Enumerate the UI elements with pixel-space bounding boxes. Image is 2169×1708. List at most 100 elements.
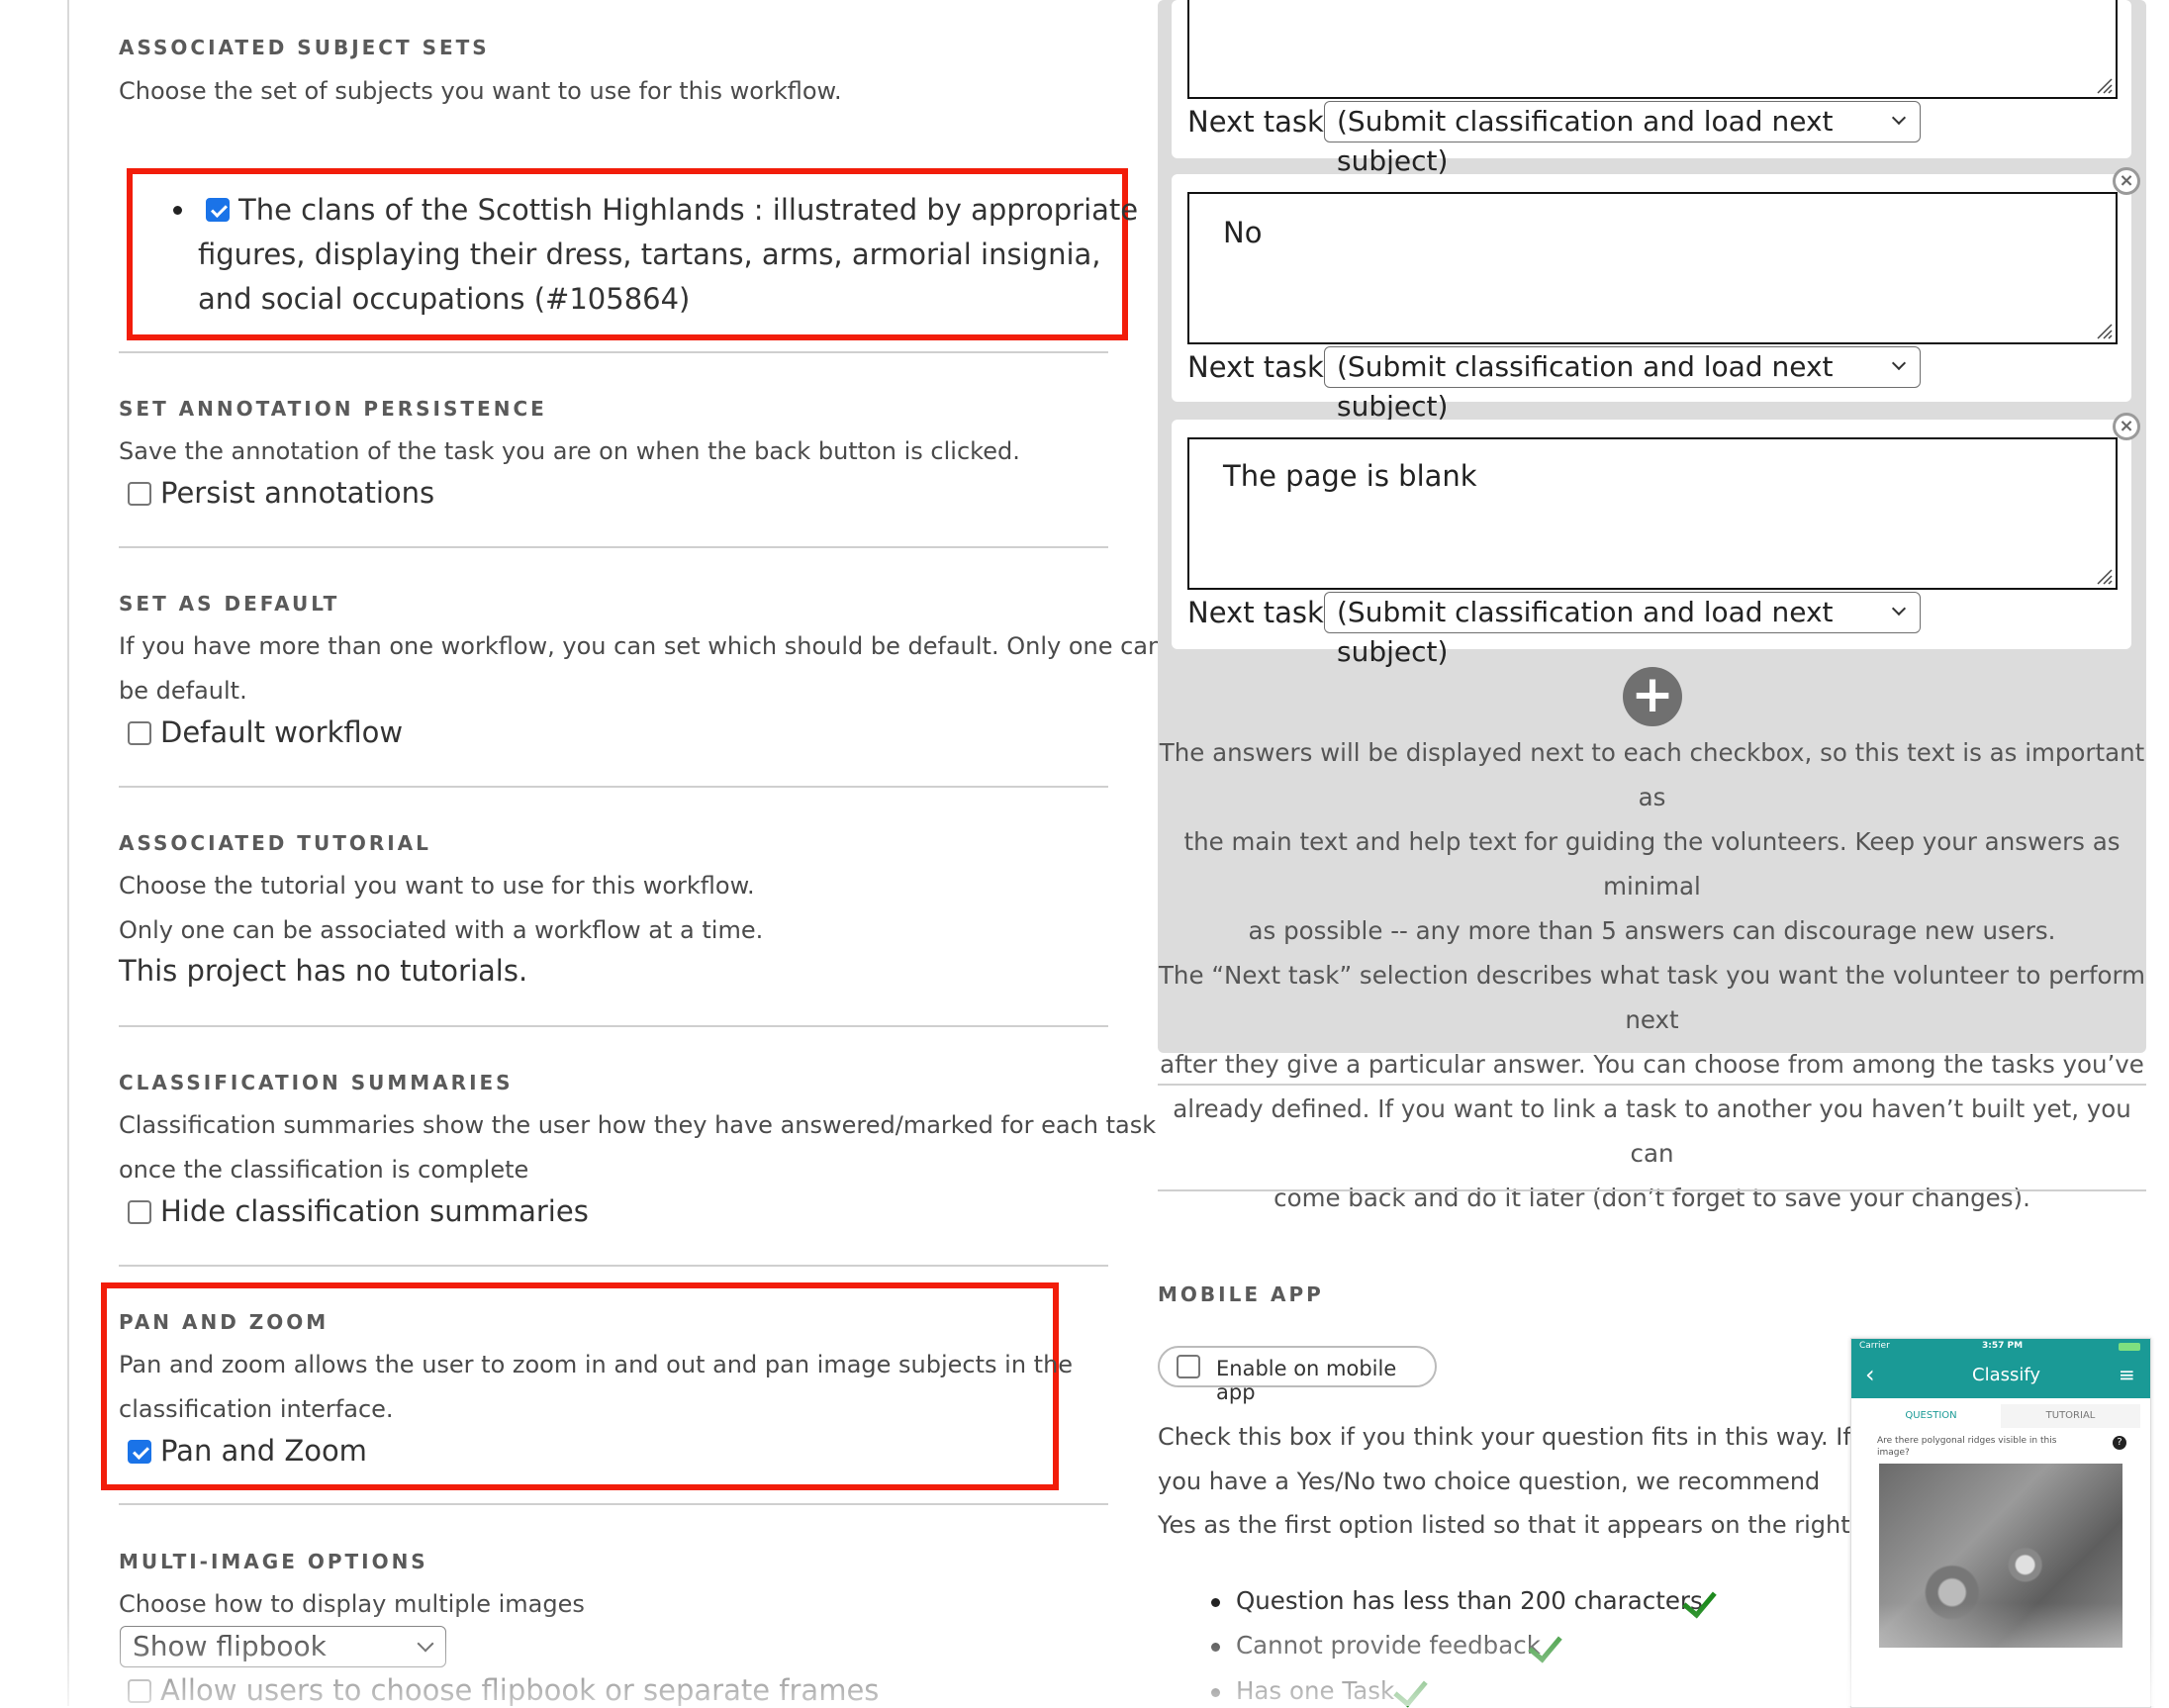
help-line: The answers will be displayed next to ea… (1159, 738, 2145, 811)
chevron-down-icon (1891, 110, 1907, 126)
back-arrow-icon: ‹ (1865, 1361, 1875, 1388)
resize-grip-icon (2097, 78, 2113, 94)
phone-question-line1: Are there polygonal ridges visible in th… (1877, 1436, 2057, 1446)
criteria-item: Has one Task (1236, 1676, 1395, 1705)
summaries-description-line2: once the classification is complete (119, 1156, 529, 1184)
answer-2-textarea[interactable]: No (1187, 192, 2118, 344)
help-icon: ? (2113, 1436, 2126, 1450)
mobile-app-heading: MOBILE APP (1158, 1282, 1324, 1306)
criteria-item: Question has less than 200 characters (1236, 1586, 1703, 1615)
divider (119, 351, 1108, 353)
multi-image-description: Choose how to display multiple images (119, 1590, 585, 1618)
default-heading: SET AS DEFAULT (119, 592, 340, 616)
next-task-label-1: Next task (1187, 105, 1324, 139)
mobile-desc-line: Yes as the first option listed so that i… (1158, 1511, 1858, 1539)
hide-summaries-checkbox[interactable] (128, 1200, 151, 1224)
subject-set-checkbox[interactable] (206, 198, 230, 222)
phone-question-area: Are there polygonal ridges visible in th… (1861, 1428, 2140, 1701)
mobile-description: Check this box if you think your questio… (1158, 1415, 1857, 1548)
battery-icon (2119, 1343, 2140, 1351)
chevron-down-icon (1891, 355, 1907, 371)
left-border (67, 0, 69, 1706)
help-line: come back and do it later (don’t forget … (1273, 1184, 2030, 1212)
next-task-select-1[interactable]: (Submit classification and load next sub… (1324, 101, 1921, 177)
add-answer-button[interactable]: + (1623, 667, 1682, 726)
mobile-desc-line: Check this box if you think your questio… (1158, 1423, 1851, 1451)
next-task-select-3[interactable]: (Submit classification and load next sub… (1324, 592, 1921, 668)
help-line: the main text and help text for guiding … (1183, 827, 2121, 901)
hide-summaries-label: Hide classification summaries (160, 1194, 589, 1228)
persistence-heading: SET ANNOTATION PERSISTENCE (119, 397, 547, 421)
divider (119, 1503, 1108, 1505)
chevron-down-icon (417, 1635, 434, 1653)
criteria-bullet (1211, 1598, 1220, 1607)
checkmark-icon (1393, 1671, 1428, 1708)
phone-carrier: Carrier (1859, 1341, 1890, 1351)
default-workflow-checkbox[interactable] (128, 721, 151, 745)
phone-time: 3:57 PM (1982, 1341, 2024, 1351)
default-description-line1: If you have more than one workflow, you … (119, 632, 1164, 660)
multi-image-heading: MULTI-IMAGE OPTIONS (119, 1550, 428, 1573)
criteria-bullet (1211, 1688, 1220, 1697)
summaries-heading: CLASSIFICATION SUMMARIES (119, 1071, 514, 1094)
subject-set-label-line1: The clans of the Scottish Highlands : il… (238, 193, 1139, 227)
next-task-label-3: Next task (1187, 596, 1324, 629)
next-task-select-2[interactable]: (Submit classification and load next sub… (1324, 346, 1921, 423)
resize-grip-icon (2097, 569, 2113, 585)
menu-icon: ≡ (2119, 1363, 2135, 1386)
persistence-description: Save the annotation of the task you are … (119, 437, 1020, 465)
answer-1-textarea[interactable] (1187, 0, 2118, 99)
multi-image-select-value: Show flipbook (133, 1630, 327, 1662)
tutorial-heading: ASSOCIATED TUTORIAL (119, 831, 431, 855)
answer-3-textarea[interactable]: The page is blank (1187, 437, 2118, 590)
default-description-line2: be default. (119, 677, 247, 705)
delete-answer-3-icon[interactable]: × (2113, 413, 2140, 440)
persist-annotations-checkbox[interactable] (128, 482, 151, 506)
multi-image-select[interactable]: Show flipbook (120, 1626, 446, 1667)
pan-zoom-label: Pan and Zoom (160, 1434, 367, 1468)
help-line: already defined. If you want to link a t… (1173, 1094, 2131, 1168)
delete-answer-2-icon[interactable]: × (2113, 167, 2140, 195)
pan-zoom-checkbox[interactable] (128, 1440, 151, 1464)
divider (119, 546, 1108, 548)
phone-question-line2: image? (1877, 1448, 1910, 1458)
pan-zoom-heading: PAN AND ZOOM (119, 1310, 330, 1334)
divider (1158, 1189, 2146, 1191)
answer-2-text: No (1223, 216, 1263, 249)
enable-mobile-toggle[interactable]: Enable on mobile app (1158, 1346, 1437, 1404)
answers-help: The answers will be displayed next to ea… (1158, 730, 2146, 1220)
resize-grip-icon (2097, 324, 2113, 339)
persist-annotations-label: Persist annotations (160, 476, 435, 510)
allow-flipbook-checkbox[interactable] (128, 1679, 151, 1703)
enable-mobile-label: Enable on mobile app (1216, 1357, 1397, 1404)
summaries-description-line1: Classification summaries show the user h… (119, 1111, 1157, 1139)
help-line: as possible -- any more than 5 answers c… (1248, 916, 2056, 945)
mobile-app-preview: Carrier 3:57 PM ‹ Classify ≡ QUESTION TU… (1850, 1338, 2151, 1708)
tutorial-description-line2: Only one can be associated with a workfl… (119, 916, 764, 944)
divider (119, 786, 1108, 788)
pan-zoom-description-line2: classification interface. (119, 1395, 394, 1423)
criteria-bullet (1211, 1643, 1220, 1652)
no-tutorials-text: This project has no tutorials. (119, 954, 528, 988)
phone-body: QUESTION TUTORIAL Are there polygonal ri… (1861, 1404, 2140, 1701)
chevron-down-icon (1891, 601, 1907, 617)
help-line: The “Next task” selection describes what… (1158, 961, 2146, 1034)
subject-image (1879, 1464, 2122, 1648)
subject-sets-description: Choose the set of subjects you want to u… (119, 77, 842, 105)
default-workflow-label: Default workflow (160, 715, 404, 749)
subject-set-label-line2: figures, displaying their dress, tartans… (198, 237, 1101, 271)
mobile-desc-line: you have a Yes/No two choice question, w… (1158, 1467, 1821, 1495)
answer-3-text: The page is blank (1223, 459, 1477, 493)
divider (1158, 1084, 2146, 1086)
criteria-item: Cannot provide feedback (1236, 1631, 1541, 1660)
allow-flipbook-label: Allow users to choose flipbook or separa… (160, 1673, 880, 1707)
subject-set-bullet (173, 206, 182, 215)
subject-set-label-line3: and social occupations (#105864) (198, 282, 691, 316)
divider (119, 1025, 1108, 1027)
enable-mobile-checkbox[interactable] (1177, 1355, 1200, 1378)
phone-tab-tutorial: TUTORIAL (2045, 1410, 2096, 1421)
help-line: after they give a particular answer. You… (1160, 1050, 2144, 1079)
next-task-label-2: Next task (1187, 350, 1324, 384)
phone-header: Carrier 3:57 PM ‹ Classify ≡ (1851, 1339, 2150, 1398)
phone-title: Classify (1972, 1365, 2041, 1385)
